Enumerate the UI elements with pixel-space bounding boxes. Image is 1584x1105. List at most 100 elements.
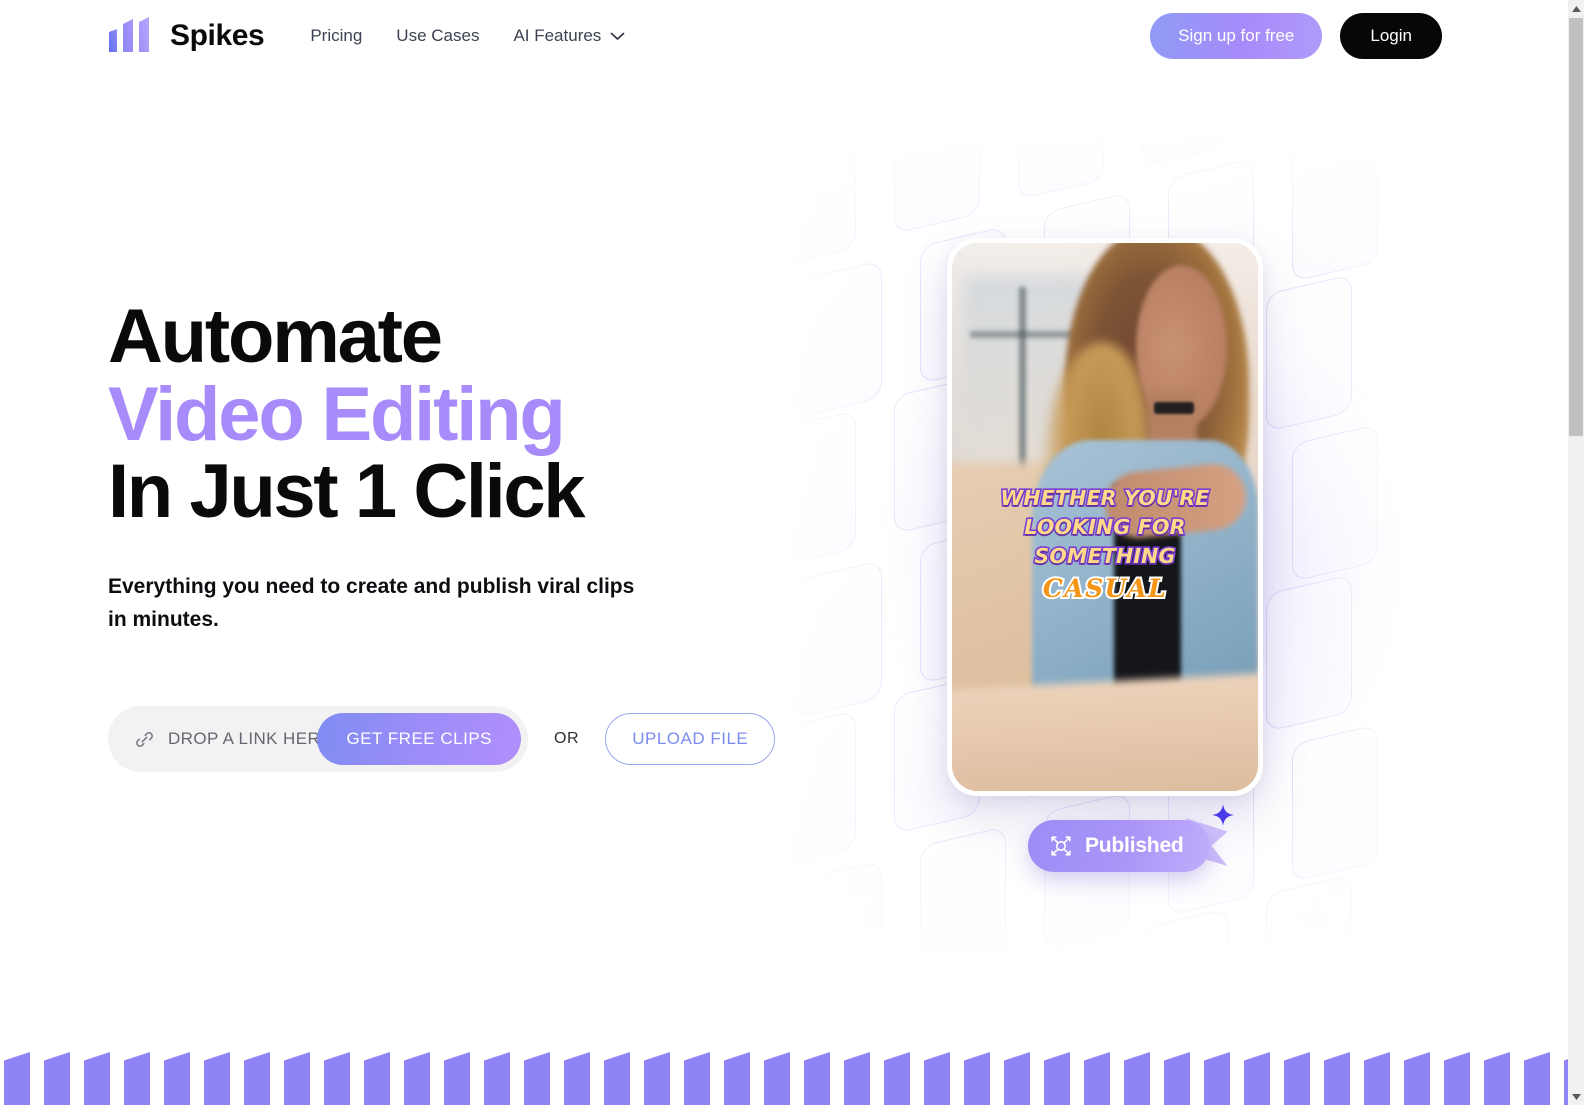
scroll-up-arrow-icon[interactable] <box>1568 0 1584 17</box>
spike-bar <box>604 1052 630 1105</box>
page-title: Automate Video Editing In Just 1 Click <box>108 299 808 535</box>
background-card <box>1266 274 1352 432</box>
caption-line-3: SOMETHING <box>1033 543 1177 570</box>
spike-bar <box>924 1052 950 1105</box>
background-card <box>1018 120 1104 200</box>
subhead-line-1: Everything you need to create and publis… <box>108 575 635 599</box>
spike-bar <box>1284 1052 1310 1105</box>
spike-bar <box>404 1052 430 1105</box>
background-card <box>1266 874 1352 980</box>
nav-item-use-cases[interactable]: Use Cases <box>396 26 479 46</box>
spike-bar <box>1124 1052 1150 1105</box>
caption-line-2: LOOKING FOR <box>1023 514 1187 541</box>
nav-item-pricing[interactable]: Pricing <box>310 26 362 46</box>
link-chain-icon <box>134 729 168 750</box>
spike-bar <box>764 1052 790 1105</box>
background-card <box>1142 908 1228 980</box>
background-fade-bottom <box>770 780 1470 980</box>
spike-bar <box>364 1052 390 1105</box>
background-card <box>1142 120 1228 166</box>
cta-row: DROP A LINK HERE GET FREE CLIPS OR UPLOA… <box>108 706 808 773</box>
video-counter-blur <box>952 672 1258 791</box>
background-card <box>796 860 882 980</box>
page-scrollbar[interactable] <box>1568 0 1584 1105</box>
spike-bar <box>1524 1052 1550 1105</box>
spike-bar <box>324 1052 350 1105</box>
spikes-bars-logo-icon <box>108 16 158 56</box>
sparkle-publish-icon <box>1048 833 1074 859</box>
spike-bar <box>844 1052 870 1105</box>
main-navigation: Pricing Use Cases AI Features <box>310 26 625 46</box>
spike-bar <box>484 1052 510 1105</box>
spike-bar <box>1364 1052 1390 1105</box>
spike-bar <box>84 1052 110 1105</box>
four-point-star-icon <box>1211 804 1234 826</box>
upload-file-button[interactable]: UPLOAD FILE <box>605 713 776 766</box>
spike-bar <box>284 1052 310 1105</box>
video-caption-overlay: WHETHER YOU'RE LOOKING FOR SOMETHING CAS… <box>952 484 1258 606</box>
spike-bar <box>244 1052 270 1105</box>
caption-line-1: WHETHER YOU'RE <box>999 485 1211 512</box>
signup-button[interactable]: Sign up for free <box>1150 13 1323 59</box>
background-card <box>894 976 980 980</box>
spike-bar <box>1004 1052 1030 1105</box>
background-card <box>1266 574 1352 732</box>
spike-bar <box>444 1052 470 1105</box>
spike-bar <box>1324 1052 1350 1105</box>
bottom-spikes-decoration <box>0 1045 1568 1105</box>
nav-label: AI Features <box>513 26 602 45</box>
background-card <box>1266 120 1352 132</box>
background-card <box>796 560 882 718</box>
spike-bar <box>1164 1052 1190 1105</box>
background-card <box>1018 942 1104 980</box>
background-card <box>1292 724 1378 882</box>
brand-logo-link[interactable]: Spikes <box>108 16 265 56</box>
hero-subheading: Everything you need to create and publis… <box>108 571 653 636</box>
nav-label: Use Cases <box>396 26 480 45</box>
spike-bar <box>684 1052 710 1105</box>
spike-bar <box>1404 1052 1430 1105</box>
background-fade-right <box>1270 120 1470 980</box>
headline-line-2: Video Editing <box>108 371 566 457</box>
phone-screen[interactable]: WHETHER YOU'RE LOOKING FOR SOMETHING CAS… <box>952 243 1258 791</box>
nav-item-ai-features[interactable]: AI Features <box>513 26 625 46</box>
background-card <box>1292 424 1378 582</box>
spike-bar <box>644 1052 670 1105</box>
spike-bar <box>1084 1052 1110 1105</box>
spike-bar <box>1444 1052 1470 1105</box>
spike-bar <box>4 1052 30 1105</box>
spike-bar <box>164 1052 190 1105</box>
scroll-down-arrow-icon[interactable] <box>1568 1088 1584 1105</box>
spike-bar <box>204 1052 230 1105</box>
published-badge-wrapper: Published <box>1028 804 1234 872</box>
spike-bar <box>724 1052 750 1105</box>
spike-bar <box>804 1052 830 1105</box>
scrollbar-thumb[interactable] <box>1569 18 1583 436</box>
spike-bar <box>564 1052 590 1105</box>
hero-content: Automate Video Editing In Just 1 Click E… <box>108 299 808 773</box>
background-card <box>920 826 1006 980</box>
background-card <box>894 120 980 234</box>
page-viewport: Spikes Pricing Use Cases AI Features Sig… <box>0 0 1568 1105</box>
spike-bar <box>884 1052 910 1105</box>
headline-line-3: In Just 1 Click <box>108 449 585 535</box>
spike-bar <box>1484 1052 1510 1105</box>
login-button[interactable]: Login <box>1340 13 1442 59</box>
caption-highlight-word: CASUAL <box>1041 572 1168 605</box>
published-badge[interactable]: Published <box>1028 804 1234 872</box>
background-card <box>770 120 856 268</box>
get-free-clips-button[interactable]: GET FREE CLIPS <box>317 713 521 766</box>
or-separator-label: OR <box>554 730 580 748</box>
spike-bar <box>524 1052 550 1105</box>
nav-label: Pricing <box>310 26 363 45</box>
chevron-down-icon <box>610 32 625 41</box>
link-input-wrapper[interactable]: DROP A LINK HERE GET FREE CLIPS <box>108 706 528 773</box>
spike-bar <box>1244 1052 1270 1105</box>
published-badge-label: Published <box>1085 834 1184 857</box>
spike-bar <box>124 1052 150 1105</box>
video-subject-choker <box>1153 401 1194 414</box>
phone-preview-mockup: WHETHER YOU'RE LOOKING FOR SOMETHING CAS… <box>947 238 1263 796</box>
spike-bar <box>44 1052 70 1105</box>
spike-bar <box>1204 1052 1230 1105</box>
subhead-line-2: in minutes. <box>108 607 219 631</box>
